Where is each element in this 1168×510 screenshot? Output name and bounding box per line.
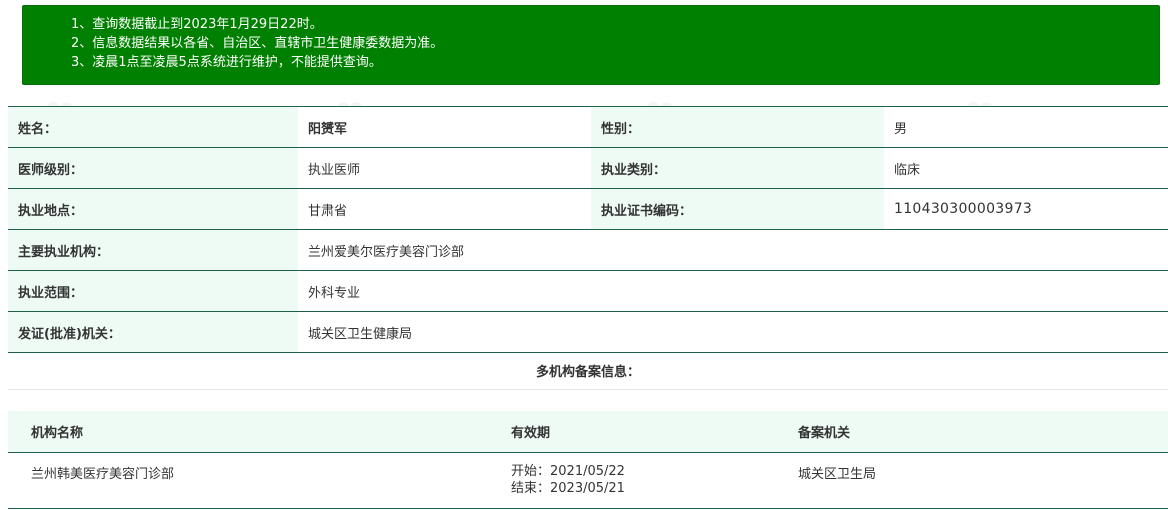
multi-institution-title: 多机构备案信息：: [8, 352, 1168, 390]
table-row: 兰州韩美医疗美容门诊部 开始：2021/05/22 结束：2023/05/21 …: [8, 453, 1168, 509]
info-row-institution: 主要执业机构： 兰州爱美尔医疗美容门诊部: [8, 230, 1168, 271]
cert-value: 110430300003973: [884, 189, 1168, 229]
scope-value: 外科专业: [298, 271, 1168, 311]
gender-label: 性别：: [591, 107, 884, 147]
name-value: 阳赟军: [298, 107, 591, 147]
doctor-info-table: 姓名： 阳赟军 性别： 男 医师级别： 执业医师 执业类别： 临床 执业地点： …: [8, 106, 1168, 353]
row-authority: 城关区卫生局: [798, 467, 877, 482]
notice-line: 3、凌晨1点至凌晨5点系统进行维护，不能提供查询。: [71, 55, 382, 70]
notice-banner: 1、查询数据截止到2023年1月29日22时。 2、信息数据结果以各省、自治区、…: [22, 5, 1160, 85]
cert-label: 执业证书编码：: [591, 189, 884, 229]
category-value: 临床: [884, 148, 1168, 188]
category-label: 执业类别：: [591, 148, 884, 188]
scope-label: 执业范围：: [8, 271, 298, 311]
authority-label: 发证(批准)机关：: [8, 312, 298, 352]
notice-line: 1、查询数据截止到2023年1月29日22时。: [71, 17, 323, 32]
validity-start: 开始：2021/05/22: [511, 464, 625, 479]
info-row-name: 姓名： 阳赟军 性别： 男: [8, 107, 1168, 148]
validity-end: 结束：2023/05/21: [511, 481, 625, 496]
location-label: 执业地点：: [8, 189, 298, 229]
institution-value: 兰州爱美尔医疗美容门诊部: [298, 230, 1168, 270]
multi-table-header: 机构名称 有效期 备案机关: [8, 411, 1168, 453]
level-label: 医师级别：: [8, 148, 298, 188]
row-org: 兰州韩美医疗美容门诊部: [31, 467, 175, 482]
name-label: 姓名：: [8, 107, 298, 147]
notice-line: 2、信息数据结果以各省、自治区、直辖市卫生健康委数据为准。: [71, 36, 444, 51]
info-row-scope: 执业范围： 外科专业: [8, 271, 1168, 312]
info-row-location: 执业地点： 甘肃省 执业证书编码： 110430300003973: [8, 189, 1168, 230]
header-org: 机构名称: [31, 426, 84, 441]
header-authority: 备案机关: [798, 426, 851, 441]
institution-label: 主要执业机构：: [8, 230, 298, 270]
row-validity: 开始：2021/05/22 结束：2023/05/21: [488, 463, 775, 508]
info-row-level: 医师级别： 执业医师 执业类别： 临床: [8, 148, 1168, 189]
header-validity: 有效期: [511, 426, 551, 441]
authority-value: 城关区卫生健康局: [298, 312, 1168, 352]
location-value: 甘肃省: [298, 189, 591, 229]
gender-value: 男: [884, 107, 1168, 147]
multi-institution-table: 机构名称 有效期 备案机关 兰州韩美医疗美容门诊部 开始：2021/05/22 …: [8, 411, 1168, 509]
info-row-authority: 发证(批准)机关： 城关区卫生健康局: [8, 312, 1168, 353]
level-value: 执业医师: [298, 148, 591, 188]
